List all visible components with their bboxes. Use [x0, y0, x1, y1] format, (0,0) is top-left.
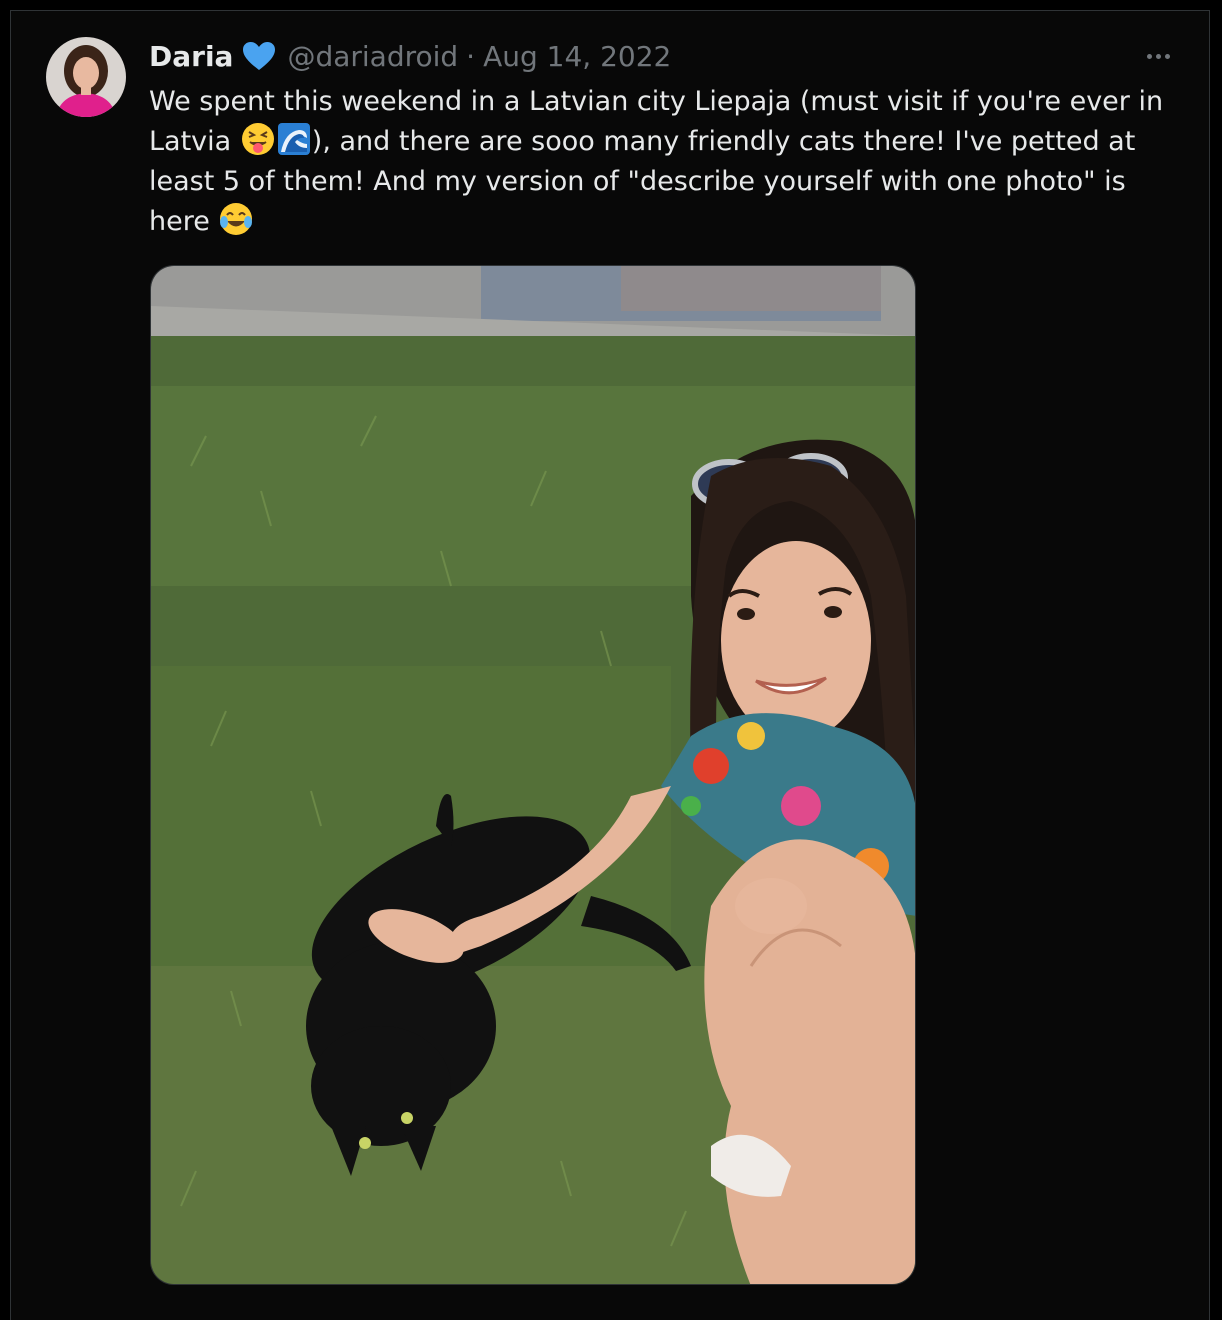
- avatar[interactable]: [46, 37, 126, 117]
- tweet-photo[interactable]: [150, 265, 916, 1285]
- tweet-text-line2-start: Latvia: [149, 126, 240, 157]
- tweet-date[interactable]: Aug 14, 2022: [483, 40, 671, 73]
- tweet-text-line2-end: ), and there are sooo many friendly cats…: [311, 126, 1136, 157]
- tweet-text: We spent this weekend in a Latvian city …: [149, 82, 1169, 242]
- tweet-text-line4: here: [149, 206, 219, 237]
- tweet-header: Daria @dariadroid · Aug 14, 2022: [149, 38, 671, 74]
- separator-dot: ·: [466, 39, 476, 73]
- squinting-tongue-emoji-icon: [241, 122, 275, 156]
- tweet-text-line3: least 5 of them! And my version of "desc…: [149, 166, 1126, 197]
- water-wave-emoji-icon: [277, 122, 311, 156]
- tweet-text-line1: We spent this weekend in a Latvian city …: [149, 86, 1164, 117]
- more-options-icon[interactable]: [1140, 44, 1176, 68]
- tears-of-joy-emoji-icon: [219, 202, 253, 236]
- author-handle[interactable]: @dariadroid: [287, 40, 458, 73]
- author-name[interactable]: Daria: [149, 40, 233, 73]
- verified-heart-icon[interactable]: [241, 40, 277, 72]
